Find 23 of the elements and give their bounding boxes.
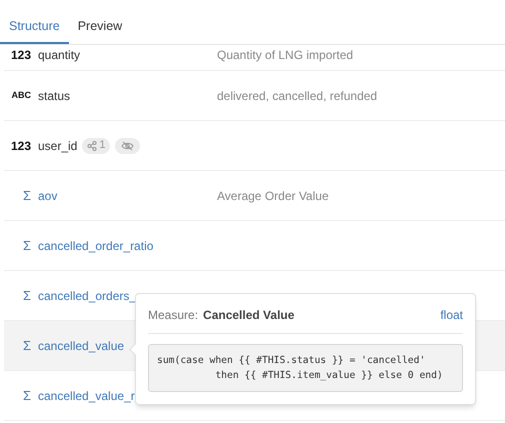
field-name: user_id <box>38 138 78 154</box>
field-description: Average Order Value <box>217 188 329 204</box>
sigma-icon: Σ <box>4 336 34 356</box>
data-type: float <box>440 307 463 324</box>
field-name: cancelled_value <box>38 338 124 354</box>
field-name: quantity <box>38 47 80 64</box>
type-label: ABC <box>10 88 32 102</box>
field-name: status <box>38 88 70 104</box>
field-description: Quantity of LNG imported <box>217 47 354 64</box>
sigma-icon: Σ <box>4 186 34 206</box>
field-name: cancelled_value_r <box>38 388 135 404</box>
type-label: 123 <box>10 138 32 154</box>
field-description: delivered, cancelled, refunded <box>217 88 378 104</box>
field-name: aov <box>38 188 58 204</box>
type-label: 123 <box>10 47 32 64</box>
field-name: cancelled_orders_ <box>38 288 136 304</box>
popover-label: Measure: <box>148 307 198 324</box>
sigma-icon: Σ <box>4 386 34 406</box>
sql-code: sum(case when {{ #THIS.status }} = 'cancelled' then {{ #THIS.item_value }} else 0 end) <box>157 354 444 383</box>
popover-title: Cancelled Value <box>203 307 294 324</box>
sigma-icon: Σ <box>4 286 34 306</box>
sigma-icon: Σ <box>4 236 34 256</box>
field-name: cancelled_order_ratio <box>38 238 154 254</box>
